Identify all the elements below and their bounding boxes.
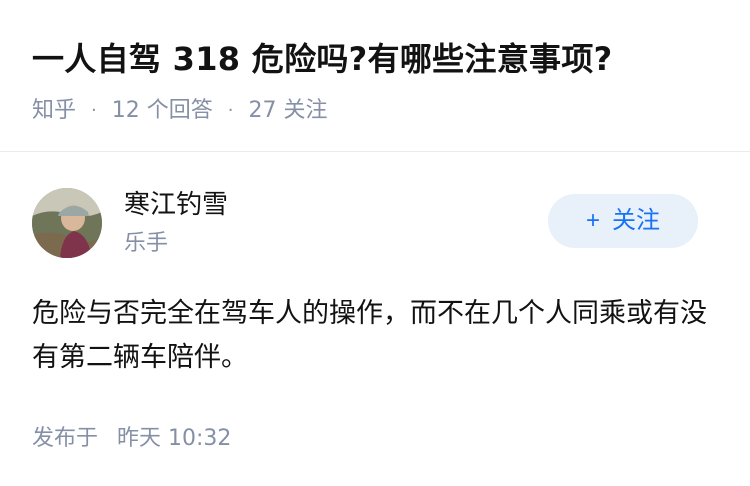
published-prefix: 发布于 [32,426,99,451]
question-header: 一人自驾 318 危险吗?有哪些注意事项? 知乎 · 12 个回答 · 27 关… [0,0,750,152]
answer-content: 危险与否完全在驾车人的操作，而不在几个人同乘或有没有第二辆车陪伴。 [32,298,707,373]
answer-count[interactable]: 12 个回答 [112,96,213,126]
author-badge: 乐手 [124,231,169,256]
answer-footer: 发布于 昨天 10:32 [32,424,718,454]
avatar-image [32,188,102,258]
person-avatar-icon[interactable] [32,188,102,258]
follower-count[interactable]: 27 关注 [248,96,327,126]
question-title[interactable]: 一人自驾 318 危险吗?有哪些注意事项? [32,36,718,82]
zhihu-answer-page: 一人自驾 318 危险吗?有哪些注意事项? 知乎 · 12 个回答 · 27 关… [0,0,750,486]
follow-button-label: 关注 [612,207,660,234]
author-info: 寒江钓雪 乐手 [124,188,228,258]
question-meta: 知乎 · 12 个回答 · 27 关注 [32,96,718,126]
source-label[interactable]: 知乎 [32,96,76,126]
author-name[interactable]: 寒江钓雪 [124,188,228,222]
author-row: 寒江钓雪 乐手 + 关注 [32,184,718,262]
plus-icon: + [585,207,600,234]
follow-button[interactable]: + 关注 [548,194,698,248]
published-time: 昨天 10:32 [117,426,232,451]
answer-card: 寒江钓雪 乐手 + 关注 危险与否完全在驾车人的操作，而不在几个人同乘或有没有第… [0,152,750,454]
meta-separator-dot: · [91,100,97,121]
meta-separator-dot: · [227,100,234,121]
